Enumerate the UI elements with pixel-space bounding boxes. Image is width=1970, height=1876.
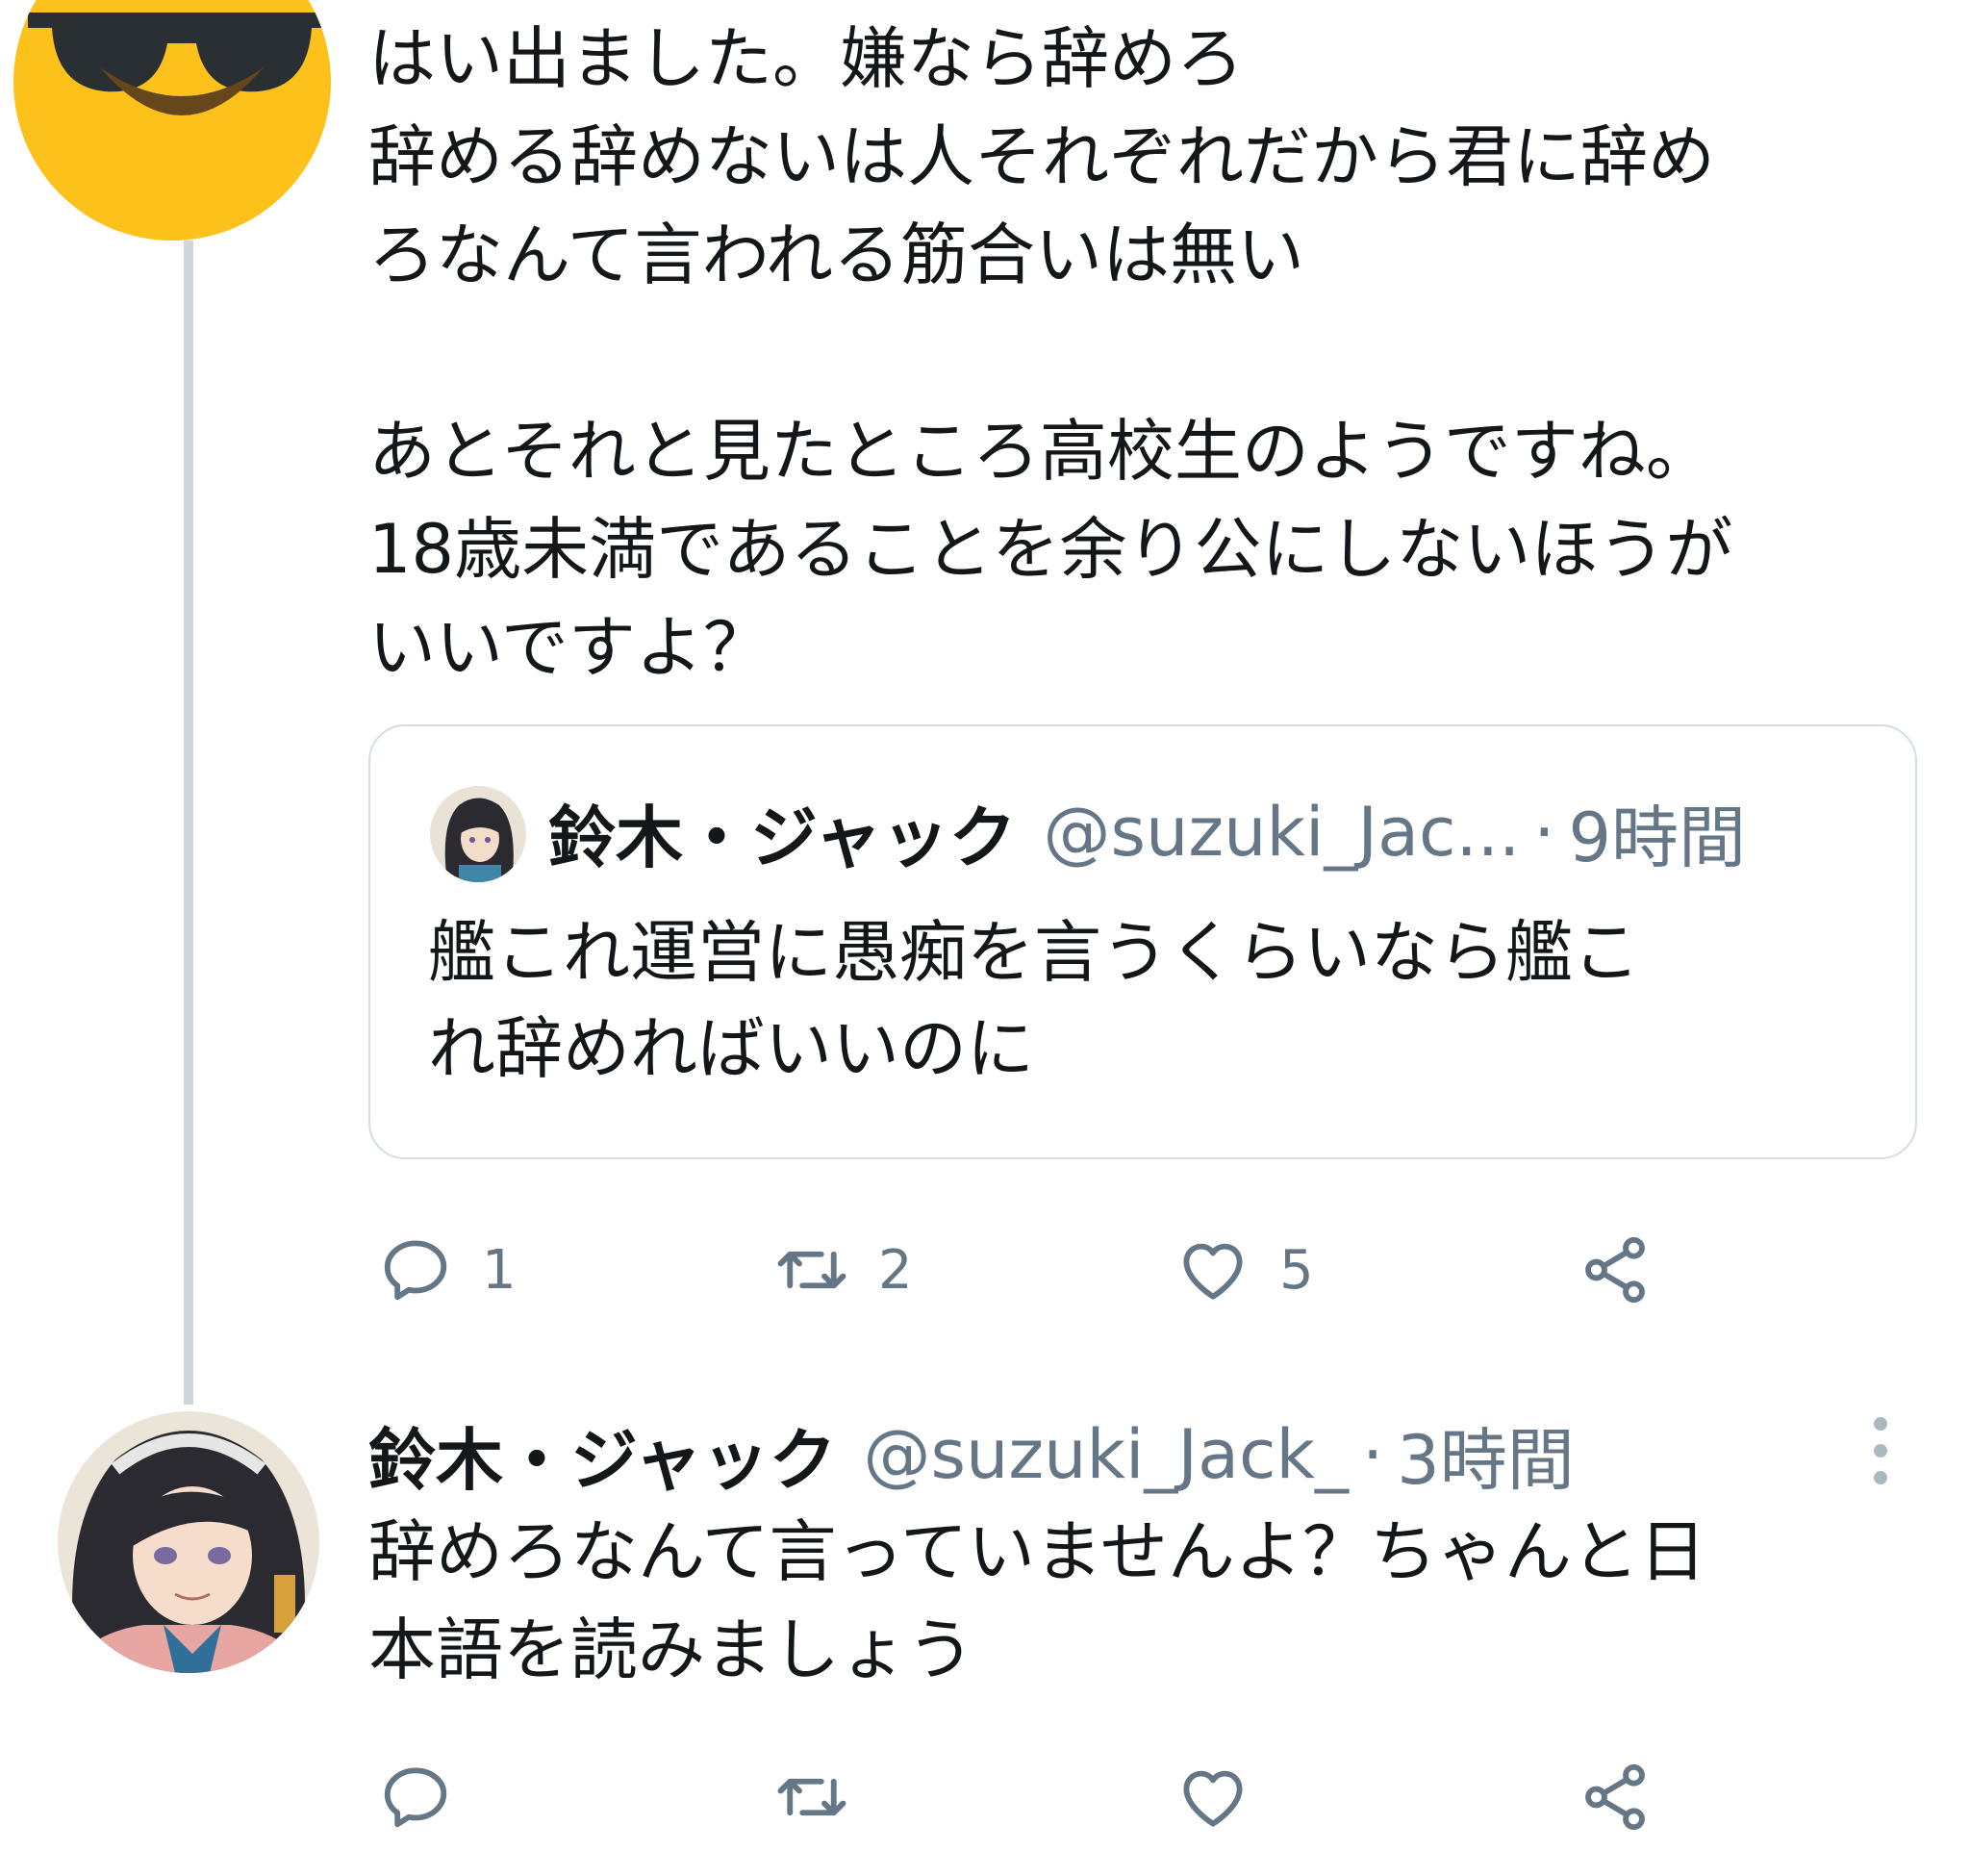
quoted-user-handle: @suzuki_Jac...: [1043, 793, 1521, 872]
more-vertical-icon[interactable]: [1866, 1412, 1895, 1499]
separator-dot: ·: [1533, 793, 1555, 872]
reply-button[interactable]: 1: [378, 1222, 517, 1318]
like-button[interactable]: 5: [1175, 1222, 1314, 1318]
user-handle: @suzuki_Jack_: [863, 1415, 1350, 1494]
tweet-header: 鈴木・ジャック @suzuki_Jack_ · 3時間: [368, 1407, 1575, 1503]
reply-icon: [384, 1767, 447, 1828]
thread-connector-line: [184, 241, 193, 1405]
reply-icon: [384, 1240, 447, 1301]
share-button[interactable]: [1578, 1222, 1653, 1318]
quoted-tweet-card[interactable]: 鈴木・ジャック @suzuki_Jac... · 9時間 艦これ運営に愚痴を言う…: [368, 724, 1917, 1159]
sunglasses-emoji-avatar[interactable]: [13, 0, 331, 241]
heart-icon: [1183, 1243, 1243, 1300]
share-icon: [1585, 1236, 1645, 1304]
quoted-user-name[interactable]: 鈴木・ジャック: [548, 784, 1017, 881]
retweet-icon: [777, 1778, 846, 1816]
quoted-tweet-header: 鈴木・ジャック @suzuki_Jac... · 9時間: [548, 784, 1746, 880]
smile-icon: [100, 67, 264, 115]
quoted-user-avatar: [430, 786, 526, 882]
retweet-button[interactable]: 2: [774, 1222, 913, 1318]
share-icon: [1585, 1763, 1645, 1831]
anime-girl-avatar[interactable]: [58, 1411, 319, 1673]
tweet-time: 3時間: [1397, 1420, 1575, 1500]
retweet-button[interactable]: [774, 1749, 849, 1845]
reply-count: 1: [482, 1238, 517, 1302]
heart-icon: [1183, 1770, 1243, 1827]
share-button[interactable]: [1578, 1749, 1653, 1845]
user-name[interactable]: 鈴木・ジャック: [368, 1407, 837, 1504]
tweet-text: はい出ました。嫌なら辞めろ 辞める辞めないは人それぞれだから君に辞め ろなんて言…: [368, 19, 1733, 687]
quoted-tweet-text: 艦これ運営に愚痴を言うくらいなら艦こ れ辞めればいいのに: [428, 913, 1640, 1088]
separator-dot: ·: [1362, 1415, 1384, 1494]
retweet-count: 2: [878, 1238, 913, 1302]
like-count: 5: [1279, 1238, 1314, 1302]
quoted-tweet-time: 9時間: [1568, 798, 1747, 877]
retweet-icon: [777, 1251, 846, 1289]
tweet-text: 辞めろなんて言っていませんよ？ちゃんと日 本語を読みましょう: [368, 1512, 1706, 1689]
like-button[interactable]: [1175, 1749, 1250, 1845]
reply-button[interactable]: [378, 1749, 453, 1845]
